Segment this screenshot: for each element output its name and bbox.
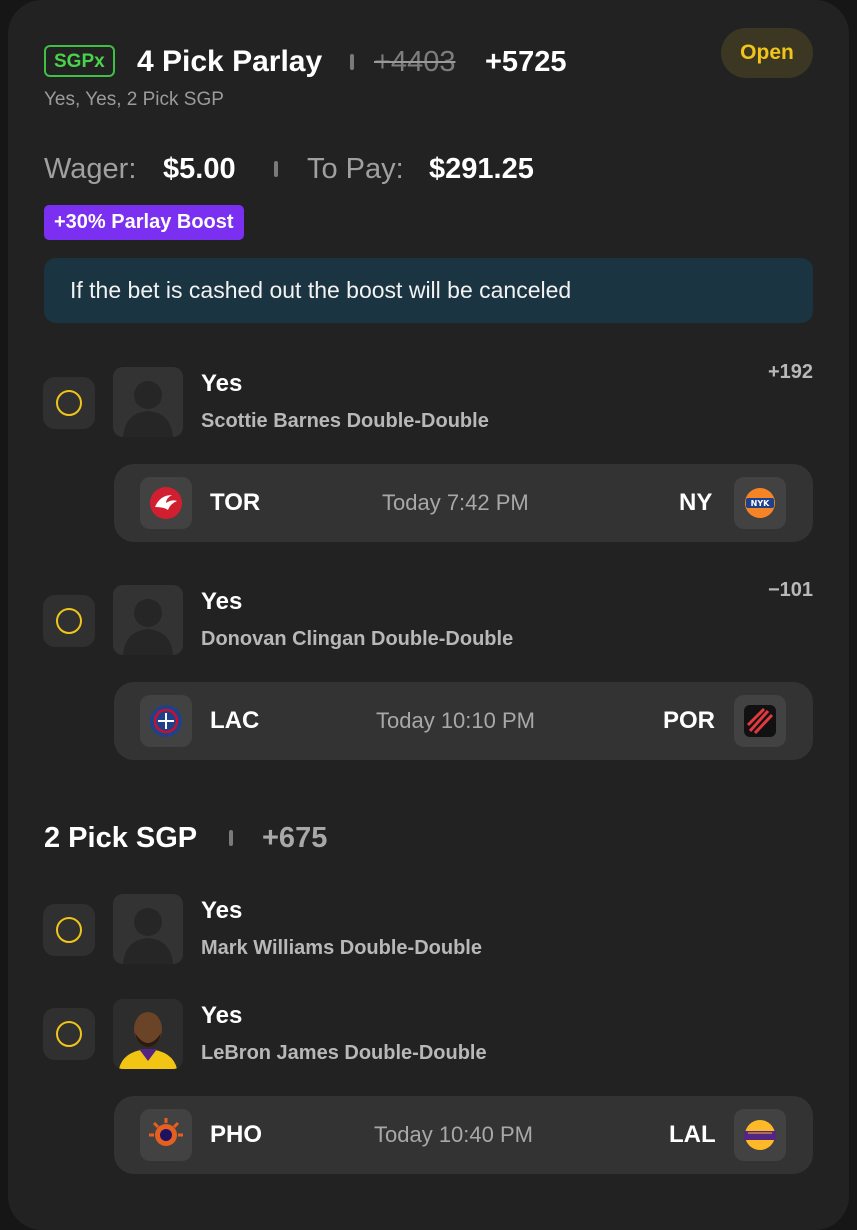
game-time: Today 10:10 PM bbox=[376, 708, 535, 733]
bet-subtitle: Yes, Yes, 2 Pick SGP bbox=[44, 89, 224, 110]
game-time: Today 7:42 PM bbox=[382, 490, 529, 515]
sgp-title: 2 Pick SGP bbox=[44, 822, 198, 854]
pending-ring-icon bbox=[56, 608, 82, 634]
knicks-logo-icon: NYK bbox=[734, 477, 786, 529]
topay-value: $291.25 bbox=[429, 153, 534, 185]
status-badge: Open bbox=[721, 28, 813, 78]
sgpx-badge: SGPx bbox=[44, 45, 115, 77]
leg-market: LeBron James Double-Double bbox=[201, 1042, 487, 1064]
leg-status-radio bbox=[43, 595, 95, 647]
leg-pick: Yes bbox=[201, 370, 243, 397]
home-team: TOR bbox=[210, 489, 261, 516]
player-silhouette-icon bbox=[113, 894, 183, 964]
suns-logo-icon bbox=[140, 1109, 192, 1161]
cashout-notice: If the bet is cashed out the boost will … bbox=[44, 258, 813, 323]
pending-ring-icon bbox=[56, 1021, 82, 1047]
leg-pick: Yes bbox=[201, 588, 243, 615]
leg-status-radio bbox=[43, 377, 95, 429]
leg-market: Donovan Clingan Double-Double bbox=[201, 628, 514, 650]
divider bbox=[274, 161, 278, 177]
pending-ring-icon bbox=[56, 917, 82, 943]
leg-status-radio bbox=[43, 1008, 95, 1060]
away-team: POR bbox=[663, 707, 716, 734]
blazers-logo-icon bbox=[734, 695, 786, 747]
leg-pick: Yes bbox=[201, 897, 243, 924]
away-team: NY bbox=[679, 489, 713, 516]
svg-text:NYK: NYK bbox=[751, 499, 770, 508]
game-time: Today 10:40 PM bbox=[374, 1122, 533, 1147]
sgp-odds: +675 bbox=[262, 822, 328, 854]
boosted-odds: +5725 bbox=[485, 46, 567, 78]
lebron-headshot bbox=[113, 999, 183, 1069]
pending-ring-icon bbox=[56, 390, 82, 416]
home-team: PHO bbox=[210, 1121, 263, 1148]
player-silhouette-icon bbox=[113, 367, 183, 437]
leg-pick: Yes bbox=[201, 1002, 243, 1029]
leg-market: Scottie Barnes Double-Double bbox=[201, 410, 489, 432]
away-team: LAL bbox=[669, 1121, 716, 1148]
lakers-logo-icon bbox=[734, 1109, 786, 1161]
leg-odds: −101 bbox=[767, 579, 813, 601]
wager-value: $5.00 bbox=[163, 153, 236, 185]
leg-status-radio bbox=[43, 904, 95, 956]
clippers-logo-icon bbox=[140, 695, 192, 747]
divider bbox=[350, 54, 354, 70]
wager-label: Wager: bbox=[44, 153, 137, 185]
divider bbox=[229, 830, 233, 846]
parlay-boost-badge: +30% Parlay Boost bbox=[44, 205, 244, 240]
leg-market: Mark Williams Double-Double bbox=[201, 937, 482, 959]
player-silhouette-icon bbox=[113, 585, 183, 655]
raptors-logo-icon bbox=[140, 477, 192, 529]
bet-title: 4 Pick Parlay bbox=[137, 45, 323, 78]
topay-label: To Pay: bbox=[307, 153, 404, 185]
original-odds: +4403 bbox=[374, 46, 456, 78]
home-team: LAC bbox=[210, 707, 260, 734]
leg-odds: +192 bbox=[767, 361, 813, 383]
